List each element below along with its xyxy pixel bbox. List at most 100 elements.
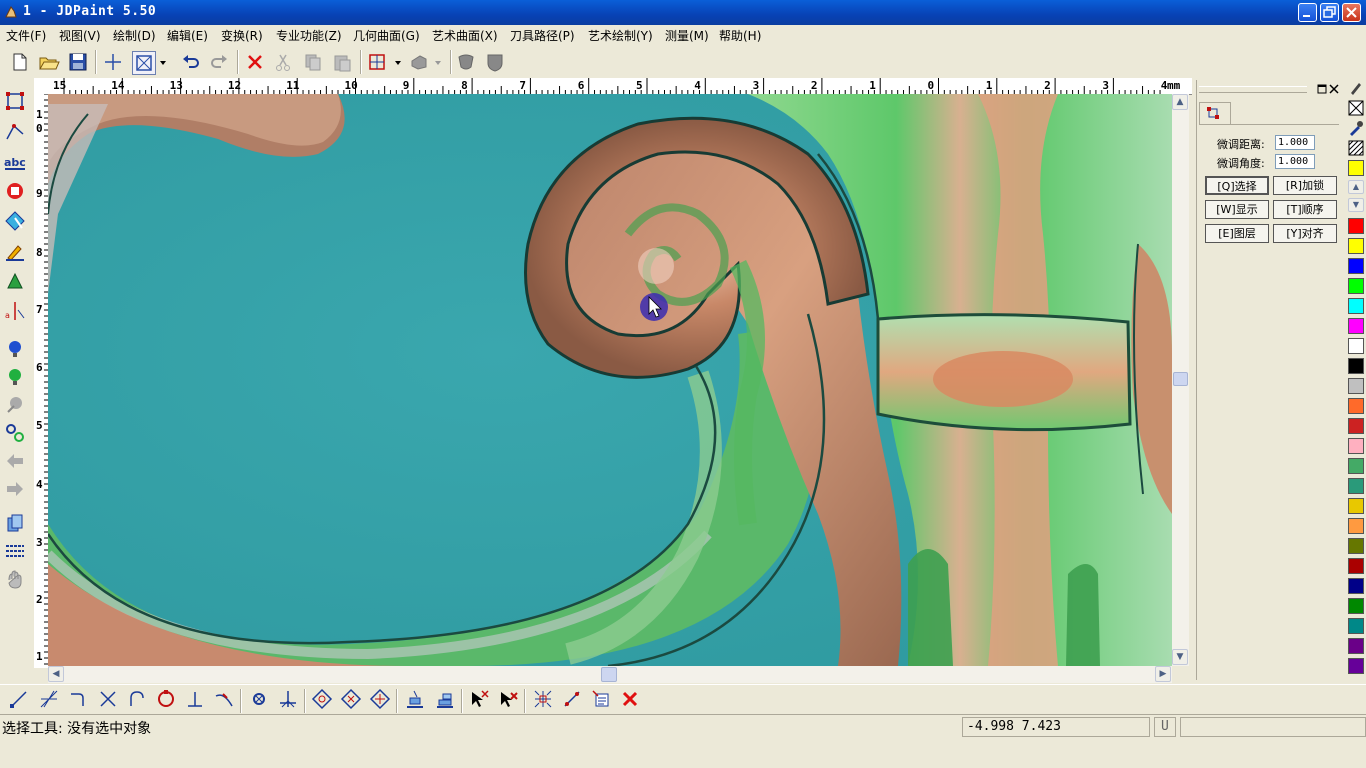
color-swatch[interactable] — [1348, 218, 1364, 234]
menu-draw[interactable]: 绘制(D) — [113, 27, 156, 44]
ring-icon[interactable] — [4, 180, 26, 202]
menu-pro[interactable]: 专业功能(Z) — [276, 27, 342, 44]
panel-float-icon[interactable] — [1317, 84, 1327, 94]
color-swatch[interactable] — [1348, 238, 1364, 254]
redo-icon[interactable] — [208, 51, 230, 73]
tangent-icon[interactable] — [213, 688, 235, 710]
menu-view[interactable]: 视图(V) — [59, 27, 101, 44]
mirror-shape-icon[interactable] — [369, 688, 391, 710]
menu-file[interactable]: 文件(F) — [6, 27, 46, 44]
snap-grid-icon[interactable] — [366, 51, 388, 73]
eyedropper-icon[interactable] — [1348, 120, 1364, 136]
tab-node-edit[interactable] — [1199, 102, 1231, 125]
lock-button[interactable]: [R]加锁 — [1273, 176, 1337, 195]
select-node-icon[interactable] — [4, 90, 26, 112]
perpendicular-icon[interactable] — [184, 688, 206, 710]
menu-edit[interactable]: 编辑(E) — [167, 27, 208, 44]
layer-shape-icon[interactable] — [408, 51, 430, 73]
color-swatch[interactable] — [1348, 258, 1364, 274]
pen-icon[interactable] — [1348, 80, 1364, 96]
mode-indicator[interactable]: U — [1154, 717, 1176, 737]
color-swatch[interactable] — [1348, 538, 1364, 554]
dropdown-arrow-icon[interactable] — [432, 51, 444, 73]
cancel-operation-icon[interactable] — [619, 688, 641, 710]
color-swatch[interactable] — [1348, 638, 1364, 654]
cut-icon[interactable] — [272, 51, 294, 73]
color-swatch[interactable] — [1348, 398, 1364, 414]
color-swatch[interactable] — [1348, 318, 1364, 334]
select-button[interactable]: [Q]选择 — [1205, 176, 1269, 195]
close-button[interactable] — [1342, 3, 1361, 22]
hatch-lines-icon[interactable] — [4, 540, 26, 562]
palette-scroll-up[interactable]: ▲ — [1348, 180, 1364, 194]
brush-icon[interactable] — [4, 240, 26, 262]
relief-shape-icon[interactable] — [455, 51, 477, 73]
color-swatch[interactable] — [1348, 558, 1364, 574]
menu-help[interactable]: 帮助(H) — [719, 27, 761, 44]
node-line-icon[interactable] — [561, 688, 583, 710]
color-swatch[interactable] — [1348, 378, 1364, 394]
swap-icon[interactable] — [4, 422, 26, 444]
scroll-up-button[interactable]: ▲ — [1172, 94, 1188, 110]
color-swatch[interactable] — [1348, 338, 1364, 354]
current-color-swatch[interactable] — [1348, 160, 1364, 176]
vertical-scrollbar[interactable]: ▲ ▼ — [1172, 94, 1189, 666]
palette-scroll-down[interactable]: ▼ — [1348, 198, 1364, 212]
fillet-icon[interactable] — [67, 688, 89, 710]
arrow-right-icon[interactable] — [4, 478, 26, 500]
menu-art-surface[interactable]: 艺术曲面(X) — [432, 27, 498, 44]
color-swatch[interactable] — [1348, 498, 1364, 514]
menu-toolpath[interactable]: 刀具路径(P) — [510, 27, 575, 44]
color-swatch[interactable] — [1348, 278, 1364, 294]
align-stack-icon[interactable] — [434, 688, 456, 710]
color-swatch[interactable] — [1348, 658, 1364, 674]
measure-tool-icon[interactable]: a — [4, 300, 26, 322]
cursor-delete-icon[interactable] — [468, 688, 490, 710]
open-folder-icon[interactable] — [38, 51, 60, 73]
minimize-button[interactable] — [1298, 3, 1317, 22]
panel-grip[interactable] — [1199, 86, 1307, 93]
show-button[interactable]: [W]显示 — [1205, 200, 1269, 219]
layer-button[interactable]: [E]图层 — [1205, 224, 1269, 243]
relief-canvas[interactable] — [48, 94, 1172, 666]
pattern-fill-icon[interactable] — [1348, 140, 1364, 156]
fill-diamond-icon[interactable] — [4, 210, 26, 232]
bulb-green-icon[interactable] — [4, 366, 26, 388]
line-tool-icon[interactable] — [8, 688, 30, 710]
node-list-icon[interactable] — [590, 688, 612, 710]
color-swatch[interactable] — [1348, 478, 1364, 494]
text-tool-icon[interactable]: abc — [4, 152, 26, 174]
color-swatch[interactable] — [1348, 598, 1364, 614]
dropdown-arrow-icon[interactable] — [157, 51, 169, 73]
menu-transform[interactable]: 变换(R) — [221, 27, 263, 44]
delete-icon[interactable] — [244, 51, 266, 73]
trim-icon[interactable] — [97, 688, 119, 710]
color-swatch[interactable] — [1348, 518, 1364, 534]
color-swatch[interactable] — [1348, 578, 1364, 594]
select-box-icon[interactable] — [132, 51, 156, 75]
scroll-left-button[interactable]: ◀ — [48, 666, 64, 682]
color-swatch[interactable] — [1348, 618, 1364, 634]
rotate-shape-icon[interactable] — [311, 688, 333, 710]
polyline-edit-icon[interactable] — [4, 120, 26, 142]
bulb-blue-icon[interactable] — [4, 338, 26, 360]
bulb-gray-icon[interactable] — [4, 394, 26, 416]
scroll-down-button[interactable]: ▼ — [1172, 649, 1188, 665]
order-button[interactable]: [T]顺序 — [1273, 200, 1337, 219]
color-swatch[interactable] — [1348, 358, 1364, 374]
menu-geometry-surface[interactable]: 几何曲面(G) — [353, 27, 420, 44]
align-bottom-icon[interactable] — [404, 688, 426, 710]
relief-tool-icon[interactable] — [4, 270, 26, 292]
color-swatch[interactable] — [1348, 298, 1364, 314]
scale-shape-icon[interactable] — [340, 688, 362, 710]
restore-button[interactable] — [1320, 3, 1339, 22]
cursor-remove-icon[interactable] — [497, 688, 519, 710]
save-icon[interactable] — [67, 51, 89, 73]
panel-close-icon[interactable] — [1329, 84, 1339, 94]
crosshair-icon[interactable] — [102, 51, 124, 73]
align-button[interactable]: [Y]对齐 — [1273, 224, 1337, 243]
scroll-right-button[interactable]: ▶ — [1155, 666, 1171, 682]
dropdown-arrow-icon[interactable] — [392, 51, 404, 73]
no-color-icon[interactable] — [1348, 100, 1364, 116]
color-swatch[interactable] — [1348, 458, 1364, 474]
